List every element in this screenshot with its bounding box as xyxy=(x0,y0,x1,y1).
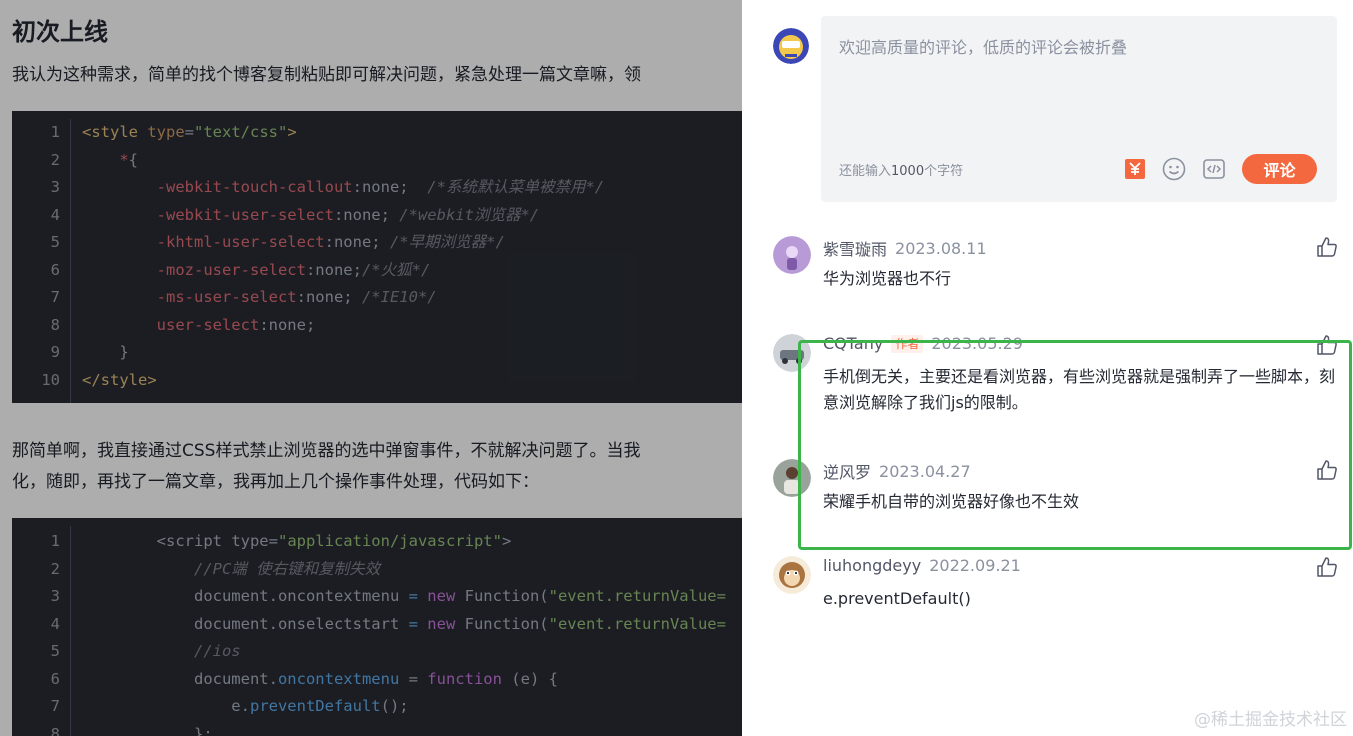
comment-date: 2022.09.21 xyxy=(929,556,1021,575)
counter-suffix: 个字符 xyxy=(924,164,964,179)
highlight-box xyxy=(798,340,1352,550)
commenter-avatar[interactable] xyxy=(773,236,811,274)
char-counter: 还能输入1000个字符 xyxy=(839,160,963,179)
comment-author[interactable]: liuhongdeyy xyxy=(823,556,921,575)
comment-input[interactable] xyxy=(839,34,1319,144)
thumbs-up-icon[interactable] xyxy=(1316,236,1338,258)
comment-header: liuhongdeyy 2022.09.21 xyxy=(823,556,1021,575)
comment-editor: 还能输入1000个字符 评论 xyxy=(821,16,1337,202)
comment-text: 华为浏览器也不行 xyxy=(823,269,952,288)
comment-date: 2023.08.11 xyxy=(895,238,987,258)
drawer-backdrop[interactable] xyxy=(0,0,742,736)
watermark: @稀土掘金技术社区 xyxy=(1194,710,1347,730)
submit-comment-button[interactable]: 评论 xyxy=(1242,154,1317,184)
comment-header: 紫雪璇雨 2023.08.11 xyxy=(823,236,987,260)
counter-value: 1000 xyxy=(891,164,925,179)
emoji-icon[interactable] xyxy=(1161,156,1187,182)
comment-text: e.preventDefault() xyxy=(823,589,971,608)
thumbs-up-icon[interactable] xyxy=(1316,556,1338,578)
current-user-avatar[interactable] xyxy=(773,28,809,64)
code-insert-icon[interactable] xyxy=(1201,156,1227,182)
commenter-avatar[interactable] xyxy=(773,556,811,594)
comment-author[interactable]: 紫雪璇雨 xyxy=(823,236,887,260)
price-icon[interactable] xyxy=(1122,156,1148,182)
counter-prefix: 还能输入 xyxy=(839,164,892,179)
article-pane: 初次上线 我认为这种需求，简单的找个博客复制粘贴即可解决问题，紧急处理一篇文章嘛… xyxy=(0,0,742,736)
